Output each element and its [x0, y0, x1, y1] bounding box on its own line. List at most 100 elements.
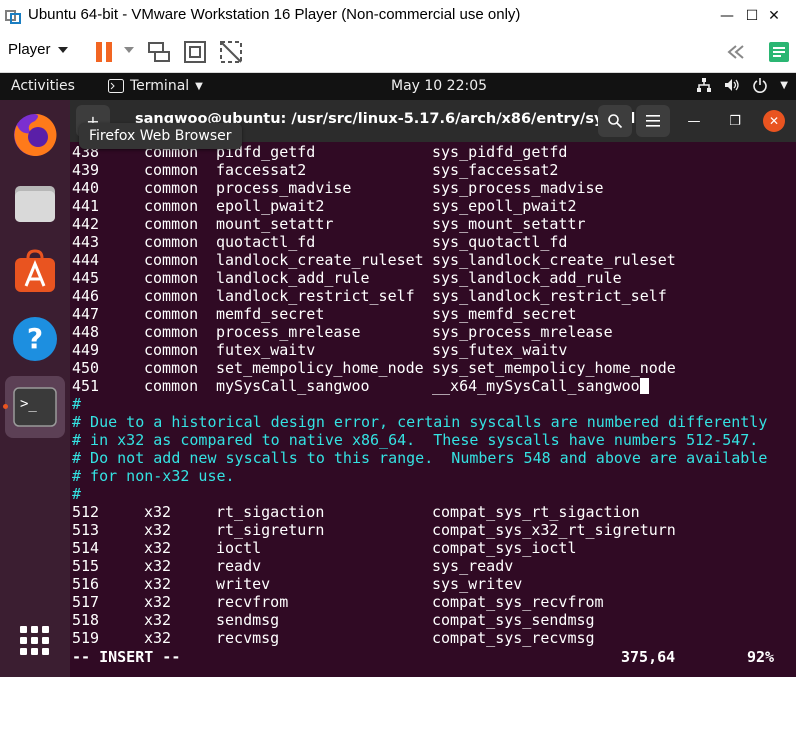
- cell-abi: x32: [144, 539, 172, 557]
- comment-line: # for non-x32 use.: [72, 467, 235, 485]
- cell-num: 512: [72, 503, 100, 521]
- cell-entry: sys_memfd_secret: [432, 305, 577, 323]
- comment-line: #: [72, 485, 82, 503]
- ubuntu-dock: ? >_: [0, 100, 70, 677]
- terminal-icon: >_: [13, 387, 57, 427]
- app-menu-label: Terminal: [130, 78, 190, 94]
- show-apps-icon: [20, 626, 49, 655]
- cell-name: futex_waitv: [216, 341, 316, 359]
- search-button[interactable]: [598, 105, 632, 137]
- cell-name: landlock_create_ruleset: [216, 251, 424, 269]
- vmware-logo-icon: [5, 10, 21, 24]
- dock-item-app-center[interactable]: [5, 240, 65, 302]
- cell-num: 518: [72, 611, 100, 629]
- files-icon: [15, 186, 55, 222]
- close-icon: ✕: [768, 8, 780, 24]
- system-tray[interactable]: ▼: [696, 77, 788, 93]
- cell-entry: sys_process_mrelease: [432, 323, 613, 341]
- cell-abi: common: [144, 251, 199, 269]
- firefox-tooltip: Firefox Web Browser: [79, 123, 242, 149]
- app-menu[interactable]: Terminal ▼: [108, 78, 203, 94]
- cell-num: 445: [72, 269, 100, 287]
- close-window-button[interactable]: ✕: [752, 0, 796, 32]
- cell-abi: common: [144, 305, 199, 323]
- cell-abi: common: [144, 359, 199, 377]
- comment-line: #: [72, 395, 82, 413]
- vim-status-line: -- INSERT -- 375,64 92%: [72, 648, 774, 666]
- power-options-caret-icon[interactable]: [124, 47, 134, 53]
- cell-abi: common: [144, 377, 199, 395]
- fit-window-icon[interactable]: [182, 39, 208, 65]
- cell-num: 451: [72, 377, 100, 395]
- comment-line: # Due to a historical design error, cert…: [72, 413, 768, 431]
- text-cursor: [639, 378, 649, 394]
- cell-abi: x32: [144, 521, 172, 539]
- cell-abi: common: [144, 269, 199, 287]
- cell-name: set_mempolicy_home_node: [216, 359, 424, 377]
- running-indicator: [3, 404, 8, 409]
- cell-abi: x32: [144, 575, 172, 593]
- svg-text:?: ?: [27, 322, 43, 355]
- vim-mode: -- INSERT --: [72, 648, 181, 666]
- cell-abi: common: [144, 341, 199, 359]
- cell-entry: compat_sys_rt_sigaction: [432, 503, 640, 521]
- terminal-minimize-button[interactable]: —: [681, 108, 707, 134]
- cell-name: faccessat2: [216, 161, 307, 179]
- menu-button[interactable]: [636, 105, 670, 137]
- cell-num: 440: [72, 179, 100, 197]
- cell-abi: common: [144, 161, 199, 179]
- player-menu-caret-icon[interactable]: [58, 47, 68, 53]
- cell-num: 448: [72, 323, 100, 341]
- cell-num: 442: [72, 215, 100, 233]
- player-menu[interactable]: Player: [8, 41, 51, 58]
- help-icon: ?: [13, 317, 57, 361]
- cell-name: recvmsg: [216, 629, 280, 647]
- activities-button[interactable]: Activities: [11, 78, 75, 94]
- clock[interactable]: May 10 22:05: [391, 78, 487, 94]
- cursor-position: 375,64: [621, 648, 676, 666]
- cell-abi: common: [144, 233, 199, 251]
- cell-num: 514: [72, 539, 100, 557]
- restore-icon: ❐: [729, 113, 741, 129]
- dock-item-files[interactable]: [5, 172, 65, 234]
- firefox-icon: [14, 113, 57, 156]
- cell-entry: __x64_mySysCall_sangwoo: [432, 377, 640, 395]
- dock-item-show-apps[interactable]: [5, 610, 65, 672]
- cell-entry: sys_landlock_create_ruleset: [432, 251, 676, 269]
- cell-name: mySysCall_sangwoo: [216, 377, 370, 395]
- notes-icon[interactable]: [766, 39, 792, 65]
- cell-abi: x32: [144, 629, 172, 647]
- terminal-body[interactable]: 438 common pidfd_getfd sys_pidfd_getfd 439 co…: [70, 142, 796, 677]
- message-log-icon[interactable]: [722, 39, 748, 65]
- dock-item-terminal[interactable]: >_: [5, 376, 65, 438]
- unity-icon[interactable]: [218, 39, 244, 65]
- pause-icon[interactable]: [92, 39, 118, 65]
- terminal-restore-button[interactable]: ❐: [722, 108, 748, 134]
- cell-name: landlock_add_rule: [216, 269, 370, 287]
- cell-num: 444: [72, 251, 100, 269]
- cell-num: 441: [72, 197, 100, 215]
- cell-abi: x32: [144, 557, 172, 575]
- cell-name: epoll_pwait2: [216, 197, 325, 215]
- cell-num: 450: [72, 359, 100, 377]
- dock-item-firefox[interactable]: [5, 104, 65, 166]
- cell-entry: sys_readv: [432, 557, 514, 575]
- terminal-close-button[interactable]: ✕: [763, 110, 785, 132]
- app-center-icon: [15, 249, 55, 292]
- cell-entry: compat_sys_ioctl: [432, 539, 577, 557]
- dock-item-help[interactable]: ?: [5, 308, 65, 370]
- cell-entry: sys_writev: [432, 575, 523, 593]
- cell-num: 519: [72, 629, 100, 647]
- cell-abi: common: [144, 287, 199, 305]
- cell-name: mount_setattr: [216, 215, 334, 233]
- cell-abi: common: [144, 197, 199, 215]
- cell-name: landlock_restrict_self: [216, 287, 415, 305]
- gnome-top-bar: Activities Terminal ▼ May 10 22:05 ▼: [0, 73, 796, 100]
- send-ctrl-alt-del-icon[interactable]: [146, 39, 172, 65]
- cell-num: 516: [72, 575, 100, 593]
- cell-entry: compat_sys_recvmsg: [432, 629, 595, 647]
- cell-num: 515: [72, 557, 100, 575]
- power-icon: [753, 78, 768, 93]
- cell-abi: x32: [144, 503, 172, 521]
- cell-entry: sys_mount_setattr: [432, 215, 586, 233]
